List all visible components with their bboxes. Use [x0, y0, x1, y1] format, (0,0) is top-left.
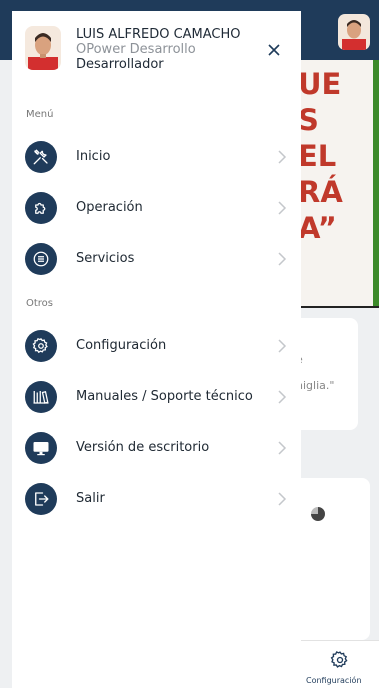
gear-icon — [25, 330, 57, 362]
stats-card[interactable] — [290, 478, 370, 640]
user-name: LUIS ALFREDO CAMACHO — [76, 27, 241, 42]
library-icon — [25, 381, 57, 413]
chevron-right-icon — [277, 491, 287, 507]
tools-icon — [25, 141, 57, 173]
divider — [290, 306, 379, 308]
menu-item-label: Configuración — [76, 338, 167, 353]
chevron-right-icon — [277, 389, 287, 405]
menu-item-servicios[interactable]: Servicios — [12, 237, 301, 281]
menu-item-label: Inicio — [76, 149, 111, 164]
puzzle-icon — [25, 192, 57, 224]
chevron-right-icon — [277, 149, 287, 165]
menu-item-salir[interactable]: Salir — [12, 477, 301, 521]
chevron-right-icon — [277, 251, 287, 267]
gear-icon[interactable] — [330, 650, 350, 670]
chevron-right-icon — [277, 338, 287, 354]
user-role: Desarrollador — [76, 57, 164, 72]
news-banner[interactable]: UE S EL RÁ A” — [290, 60, 379, 307]
news-card-text: e niglia." — [296, 353, 335, 392]
section-otros: Otros — [26, 298, 54, 309]
menu-item-configuracion[interactable]: Configuración — [12, 324, 301, 368]
header-avatar[interactable] — [338, 14, 370, 50]
avatar — [25, 26, 61, 70]
banner-stripe — [373, 60, 379, 307]
menu-item-inicio[interactable]: Inicio — [12, 135, 301, 179]
user-company: OPower Desarrollo — [76, 42, 196, 57]
navigation-drawer: LUIS ALFREDO CAMACHO OPower Desarrollo D… — [12, 11, 301, 688]
bottom-nav-label[interactable]: Configuración — [306, 676, 362, 686]
menu-item-version-escritorio[interactable]: Versión de escritorio — [12, 426, 301, 470]
menu-item-label: Operación — [76, 200, 143, 215]
menu-item-label: Manuales / Soporte técnico — [76, 389, 253, 404]
menu-item-operacion[interactable]: Operación — [12, 186, 301, 230]
close-icon[interactable] — [263, 39, 285, 61]
logout-icon — [25, 483, 57, 515]
menu-item-label: Versión de escritorio — [76, 440, 210, 455]
list-icon — [25, 243, 57, 275]
menu-item-label: Servicios — [76, 251, 135, 266]
chevron-right-icon — [277, 440, 287, 456]
menu-item-label: Salir — [76, 491, 105, 506]
menu-item-manuales[interactable]: Manuales / Soporte técnico — [12, 375, 301, 419]
chevron-right-icon — [277, 200, 287, 216]
monitor-icon — [25, 432, 57, 464]
section-menu: Menú — [26, 109, 54, 120]
pie-chart-icon — [311, 507, 325, 521]
banner-text: UE S EL RÁ A” — [298, 67, 343, 245]
